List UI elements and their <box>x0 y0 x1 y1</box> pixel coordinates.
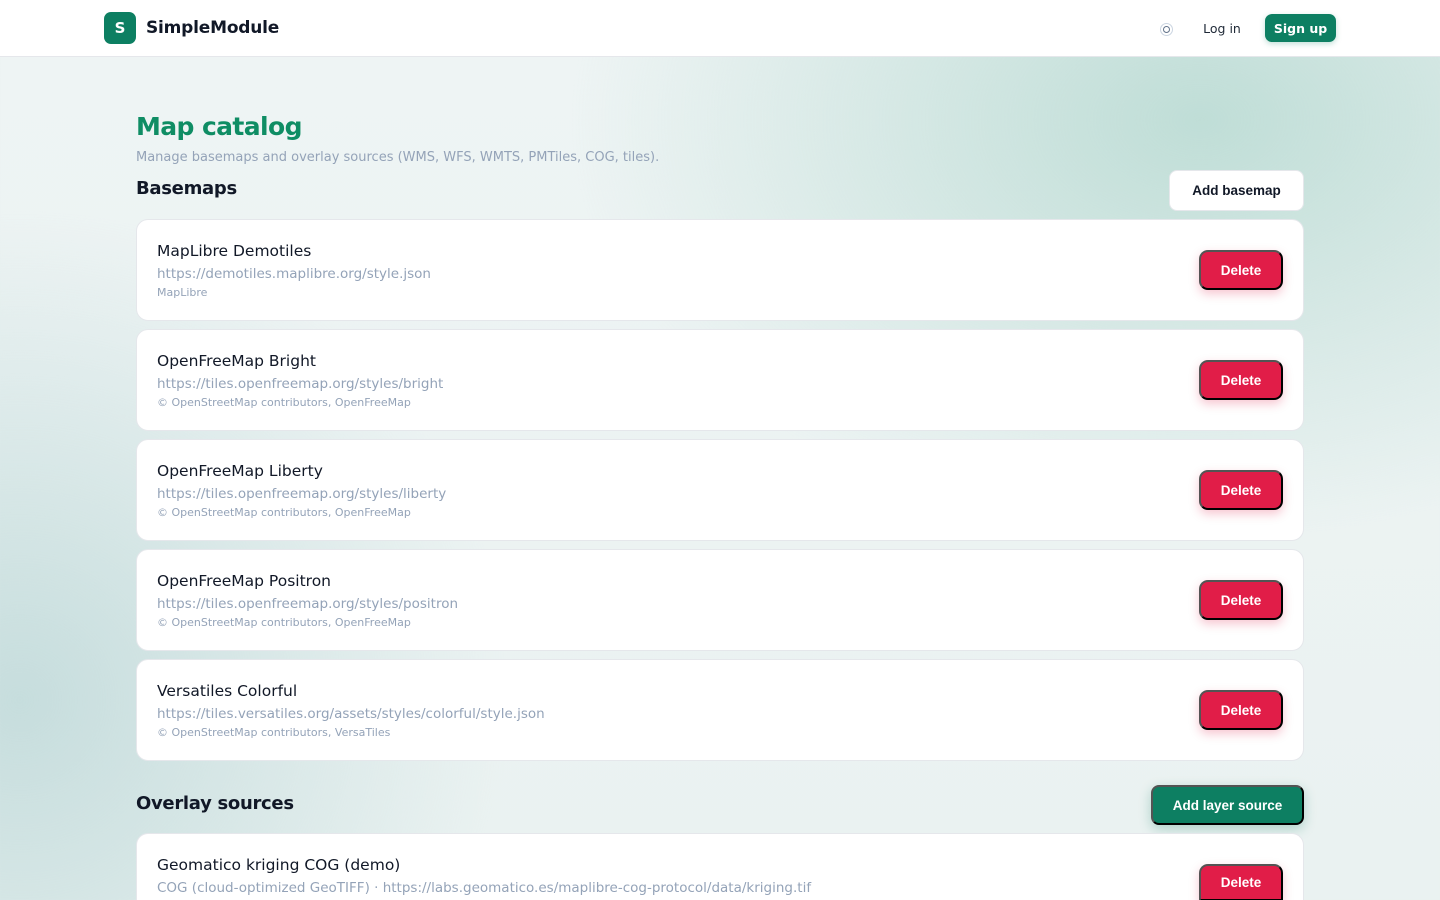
brand-name: SimpleModule <box>146 18 280 38</box>
overlay-card: Geomatico kriging COG (demo) COG (cloud-… <box>136 833 1304 900</box>
basemap-card: Versatiles Colorful https://tiles.versat… <box>136 659 1304 761</box>
overlay-name: Geomatico kriging COG (demo) <box>157 856 401 874</box>
logo-icon: S <box>104 12 136 44</box>
basemap-url: https://tiles.versatiles.org/assets/styl… <box>157 706 545 722</box>
delete-basemap-button[interactable]: Delete <box>1199 360 1283 400</box>
basemap-name: OpenFreeMap Bright <box>157 352 316 370</box>
delete-basemap-button[interactable]: Delete <box>1199 580 1283 620</box>
basemap-attribution: © OpenStreetMap contributors, OpenFreeMa… <box>157 506 411 519</box>
overlays-section-title: Overlay sources <box>136 793 294 814</box>
basemap-card: OpenFreeMap Positron https://tiles.openf… <box>136 549 1304 651</box>
add-basemap-button[interactable]: Add basemap <box>1169 170 1304 211</box>
basemap-name: Versatiles Colorful <box>157 682 298 700</box>
top-navbar: S SimpleModule Log in Sign up <box>0 0 1440 57</box>
delete-basemap-button[interactable]: Delete <box>1199 690 1283 730</box>
login-link[interactable]: Log in <box>1194 15 1250 41</box>
delete-basemap-button[interactable]: Delete <box>1199 470 1283 510</box>
basemap-attribution: MapLibre <box>157 286 208 299</box>
basemap-card: MapLibre Demotiles https://demotiles.map… <box>136 219 1304 321</box>
theme-toggle-button[interactable] <box>1157 20 1175 38</box>
signup-button[interactable]: Sign up <box>1265 14 1336 42</box>
basemap-name: MapLibre Demotiles <box>157 242 312 260</box>
basemap-name: OpenFreeMap Positron <box>157 572 332 590</box>
basemap-attribution: © OpenStreetMap contributors, OpenFreeMa… <box>157 616 411 629</box>
basemaps-section-title: Basemaps <box>136 178 237 199</box>
basemap-name: OpenFreeMap Liberty <box>157 462 323 480</box>
page-title: Map catalog <box>136 112 303 141</box>
delete-basemap-button[interactable]: Delete <box>1199 250 1283 290</box>
page-subtitle: Manage basemaps and overlay sources (WMS… <box>136 150 660 165</box>
basemap-card: OpenFreeMap Bright https://tiles.openfre… <box>136 329 1304 431</box>
basemap-attribution: © OpenStreetMap contributors, VersaTiles <box>157 726 391 739</box>
basemap-url: https://tiles.openfreemap.org/styles/bri… <box>157 376 444 392</box>
delete-overlay-button[interactable]: Delete <box>1199 864 1283 900</box>
basemap-url: https://tiles.openfreemap.org/styles/pos… <box>157 596 459 612</box>
sun-icon <box>1162 25 1170 33</box>
overlay-url: COG (cloud-optimized GeoTIFF) · https://… <box>157 880 812 896</box>
brand-link[interactable]: S SimpleModule <box>104 12 279 44</box>
basemap-card: OpenFreeMap Liberty https://tiles.openfr… <box>136 439 1304 541</box>
add-layer-source-button[interactable]: Add layer source <box>1151 785 1304 825</box>
basemap-url: https://demotiles.maplibre.org/style.jso… <box>157 266 431 282</box>
basemap-attribution: © OpenStreetMap contributors, OpenFreeMa… <box>157 396 411 409</box>
basemap-url: https://tiles.openfreemap.org/styles/lib… <box>157 486 447 502</box>
